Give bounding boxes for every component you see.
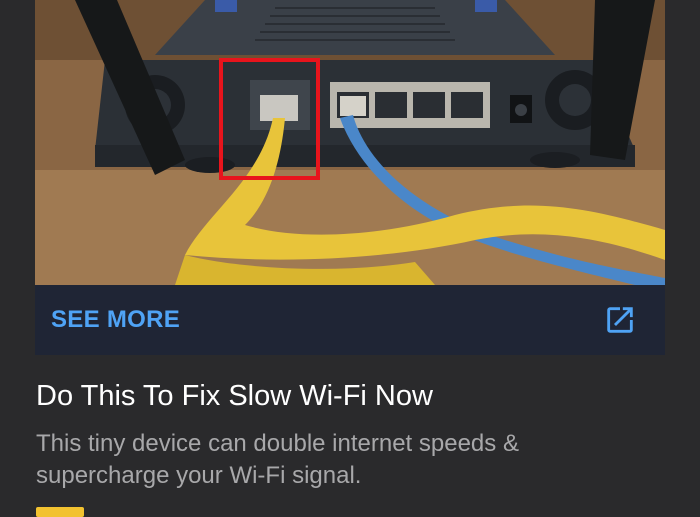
- ad-headline[interactable]: Do This To Fix Slow Wi-Fi Now: [36, 378, 676, 414]
- router-photo-illustration: [35, 0, 665, 285]
- see-more-link[interactable]: SEE MORE: [51, 306, 180, 334]
- see-more-bar[interactable]: SEE MORE: [35, 285, 665, 355]
- open-in-new-icon[interactable]: [603, 303, 637, 337]
- ad-description: This tiny device can double internet spe…: [36, 430, 519, 489]
- sponsored-badge: [36, 507, 84, 517]
- ad-photo[interactable]: [35, 0, 665, 285]
